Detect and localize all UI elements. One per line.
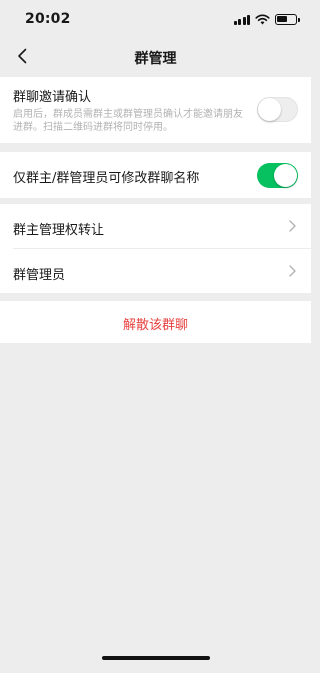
dissolve-group-label: 解散该群聊 — [122, 318, 188, 333]
toggle-knob — [274, 164, 297, 187]
toggle-knob — [258, 98, 281, 121]
wifi-icon — [255, 14, 270, 24]
signal-icon — [233, 14, 250, 25]
only-admin-rename-setting: 仅群主/群管理员可修改群聊名称 — [0, 152, 311, 198]
menu-item-label: 群主管理权转让 — [13, 223, 105, 238]
only-admin-rename-toggle[interactable] — [257, 163, 298, 188]
menu-item-label: 群管理员 — [13, 268, 66, 283]
chevron-right-icon — [289, 220, 296, 232]
invite-confirm-title: 群聊邀请确认 — [13, 90, 92, 105]
status-icons — [233, 13, 300, 25]
status-time: 20:02 — [25, 11, 71, 27]
navigation-bar: 群管理 — [0, 40, 311, 74]
battery-icon — [275, 13, 300, 25]
menu-item-transfer-ownership[interactable]: 群主管理权转让 — [0, 204, 311, 248]
dissolve-group-button[interactable]: 解散该群聊 — [0, 301, 311, 343]
home-indicator[interactable] — [102, 656, 210, 660]
invite-confirm-toggle[interactable] — [257, 97, 298, 122]
menu-item-group-admins[interactable]: 群管理员 — [0, 249, 311, 293]
invite-confirm-setting: 群聊邀请确认 启用后，群成员需群主或群管理员确认才能邀请朋友进群。扫描二维码进群… — [0, 77, 311, 143]
only-admin-rename-title: 仅群主/群管理员可修改群聊名称 — [13, 171, 200, 186]
admin-menu: 群主管理权转让 群管理员 — [0, 204, 311, 293]
invite-confirm-description: 启用后，群成员需群主或群管理员确认才能邀请朋友进群。扫描二维码进群将同时停用。 — [13, 109, 243, 133]
chevron-right-icon — [289, 265, 296, 277]
group-management-screen: 20:02 群管理 群聊邀请确认 启用后，群成员需群主或群管理员确认才能邀请朋友… — [0, 0, 311, 673]
page-title: 群管理 — [134, 51, 177, 67]
status-bar: 20:02 — [0, 0, 311, 40]
